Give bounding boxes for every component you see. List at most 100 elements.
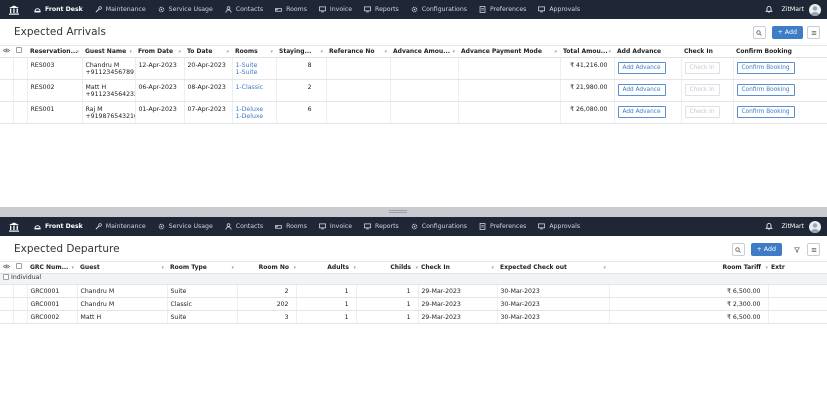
check-in-button[interactable]: Check In (684, 61, 720, 74)
room-link[interactable]: 1-Classic (236, 84, 273, 91)
user-name[interactable]: ZitMart (782, 6, 804, 13)
nav-item-service-usage[interactable]: Service Usage (152, 0, 219, 19)
add-advance-button[interactable]: Add Advance (617, 61, 666, 74)
table-row[interactable]: RES002 Matt H +911234564232 06-Apr-2023 0… (0, 79, 827, 102)
column-header-room-type[interactable]: Room Type ▾ (167, 262, 237, 274)
row-spacer (13, 284, 28, 298)
column-header-advance-payment-mode[interactable]: Advance Payment Mode ▾ (458, 46, 560, 58)
table-row[interactable]: GRC0001 Chandru M Classic 202 1 1 29-Mar… (0, 297, 827, 311)
confirm-booking-button[interactable]: Confirm Booking (736, 61, 795, 74)
column-header-grc-number[interactable]: GRC Num... ▾ (27, 262, 77, 274)
add-button[interactable]: + Add (771, 26, 803, 39)
bell-icon[interactable] (764, 5, 773, 15)
nav-item-rooms[interactable]: Rooms (269, 0, 313, 19)
search-button[interactable] (752, 26, 766, 39)
nav-label: Front Desk (45, 6, 83, 13)
nav-item-preferences[interactable]: Preferences (473, 217, 532, 236)
nav-item-invoice[interactable]: Invoice (313, 217, 358, 236)
select-all-checkbox[interactable] (16, 47, 22, 54)
wrench-icon (95, 223, 102, 230)
arrivals-pane: Front Desk Maintenance Service Usage Con… (0, 0, 827, 207)
confirm-booking-button[interactable]: Confirm Booking (736, 105, 795, 118)
search-button[interactable] (731, 243, 745, 256)
column-header-confirm-booking: Confirm Booking (733, 46, 827, 58)
gear-icon (411, 6, 418, 13)
menu-button[interactable] (807, 243, 820, 256)
nav-item-preferences[interactable]: Preferences (473, 0, 532, 19)
nav-item-maintenance[interactable]: Maintenance (89, 217, 152, 236)
room-link[interactable]: 1-Deluxe (236, 113, 273, 120)
row-spacer (13, 297, 28, 311)
table-row[interactable]: GRC0001 Chandru M Suite 2 1 1 29-Mar-202… (0, 284, 827, 298)
check-in-button[interactable]: Check In (684, 83, 720, 96)
nav-label: Reports (375, 6, 399, 13)
column-header-guest[interactable]: Guest ▾ (77, 262, 167, 274)
nav-item-rooms[interactable]: Rooms (269, 217, 313, 236)
column-header-total-amount[interactable]: Total Amou... ▾ (560, 46, 614, 58)
column-header-advance-amount[interactable]: Advance Amou... ▾ (390, 46, 458, 58)
nav-item-configurations[interactable]: Configurations (405, 217, 473, 236)
home-logo-icon[interactable] (0, 0, 28, 19)
nav-label: Preferences (489, 223, 527, 230)
nav-item-service-usage[interactable]: Service Usage (152, 217, 219, 236)
eye-icon[interactable] (3, 48, 10, 55)
column-header-guest-name[interactable]: Guest Name ▾ (82, 46, 135, 58)
table-row[interactable]: GRC0002 Matt H Suite 3 1 1 29-Mar-2023 3… (0, 310, 827, 324)
room-link[interactable]: 1-Deluxe (236, 106, 273, 113)
confirm-booking-button[interactable]: Confirm Booking (736, 83, 795, 96)
column-header-label: Guest Name (85, 47, 127, 55)
column-header-rooms[interactable]: Rooms ▾ (232, 46, 276, 58)
menu-button[interactable] (807, 26, 820, 39)
user-name[interactable]: ZitMart (782, 223, 804, 230)
column-header-room-no[interactable]: Room No ▾ (237, 262, 296, 274)
group-row[interactable]: Individual (0, 273, 827, 285)
column-header-reference-no[interactable]: Referance No ▾ (326, 46, 390, 58)
room-link[interactable]: 1-Suite (236, 62, 273, 69)
room-link[interactable]: 1-Suite (236, 69, 273, 76)
add-advance-button[interactable]: Add Advance (617, 83, 666, 96)
group-checkbox[interactable] (3, 273, 9, 280)
column-header-extra[interactable]: Extr (768, 262, 827, 274)
nav-item-contacts[interactable]: Contacts (219, 0, 269, 19)
nav-item-front-desk[interactable]: Front Desk (28, 0, 89, 19)
childs-cell: 1 (356, 284, 419, 298)
nav-label: Maintenance (105, 223, 146, 230)
nav-item-approvals[interactable]: Approvals (532, 217, 586, 236)
column-header-check-in[interactable]: Check In ▾ (418, 262, 497, 274)
column-header-label: Advance Payment Mode (461, 47, 542, 55)
home-logo-icon[interactable] (0, 217, 28, 236)
column-header-reservation[interactable]: Reservation... ▾ (27, 46, 82, 58)
avatar[interactable] (809, 220, 821, 233)
nav-item-approvals[interactable]: Approvals (532, 0, 586, 19)
bell-icon[interactable] (764, 222, 773, 232)
eye-icon[interactable] (3, 264, 10, 271)
nav-item-invoice[interactable]: Invoice (313, 0, 358, 19)
table-row[interactable]: RES003 Chandru M +911234567891 12-Apr-202… (0, 57, 827, 80)
nav-item-front-desk[interactable]: Front Desk (28, 217, 89, 236)
nav-item-maintenance[interactable]: Maintenance (89, 0, 152, 19)
check-in-button[interactable]: Check In (684, 105, 720, 118)
add-button[interactable]: + Add (750, 243, 782, 256)
column-header-childs[interactable]: Childs ▾ (356, 262, 418, 274)
column-header-staying[interactable]: Staying... ▾ (276, 46, 326, 58)
user-area: ZitMart (764, 217, 821, 236)
filter-button[interactable] (790, 243, 803, 256)
column-header-adults[interactable]: Adults ▾ (296, 262, 356, 274)
advance-amount-cell (390, 101, 459, 124)
guest-cell: Chandru M +911234567891 (82, 57, 136, 80)
select-all-checkbox[interactable] (16, 263, 22, 270)
document-icon (479, 223, 486, 230)
nav-item-reports[interactable]: Reports (358, 217, 405, 236)
pane-splitter[interactable] (0, 207, 827, 217)
avatar[interactable] (809, 3, 821, 16)
column-header-to-date[interactable]: To Date ▾ (184, 46, 232, 58)
table-row[interactable]: RES001 Raj M +919876543210 01-Apr-2023 07… (0, 101, 827, 124)
nav-item-configurations[interactable]: Configurations (405, 0, 473, 19)
nav-item-contacts[interactable]: Contacts (219, 217, 269, 236)
column-header-room-tariff[interactable]: Room Tariff ▾ (609, 262, 768, 274)
column-header-expected-check-out[interactable]: Expected Check out ▾ (497, 262, 609, 274)
splitter-grip-icon[interactable] (389, 210, 407, 213)
nav-item-reports[interactable]: Reports (358, 0, 405, 19)
add-advance-button[interactable]: Add Advance (617, 105, 666, 118)
column-header-from-date[interactable]: From Date ▾ (135, 46, 184, 58)
